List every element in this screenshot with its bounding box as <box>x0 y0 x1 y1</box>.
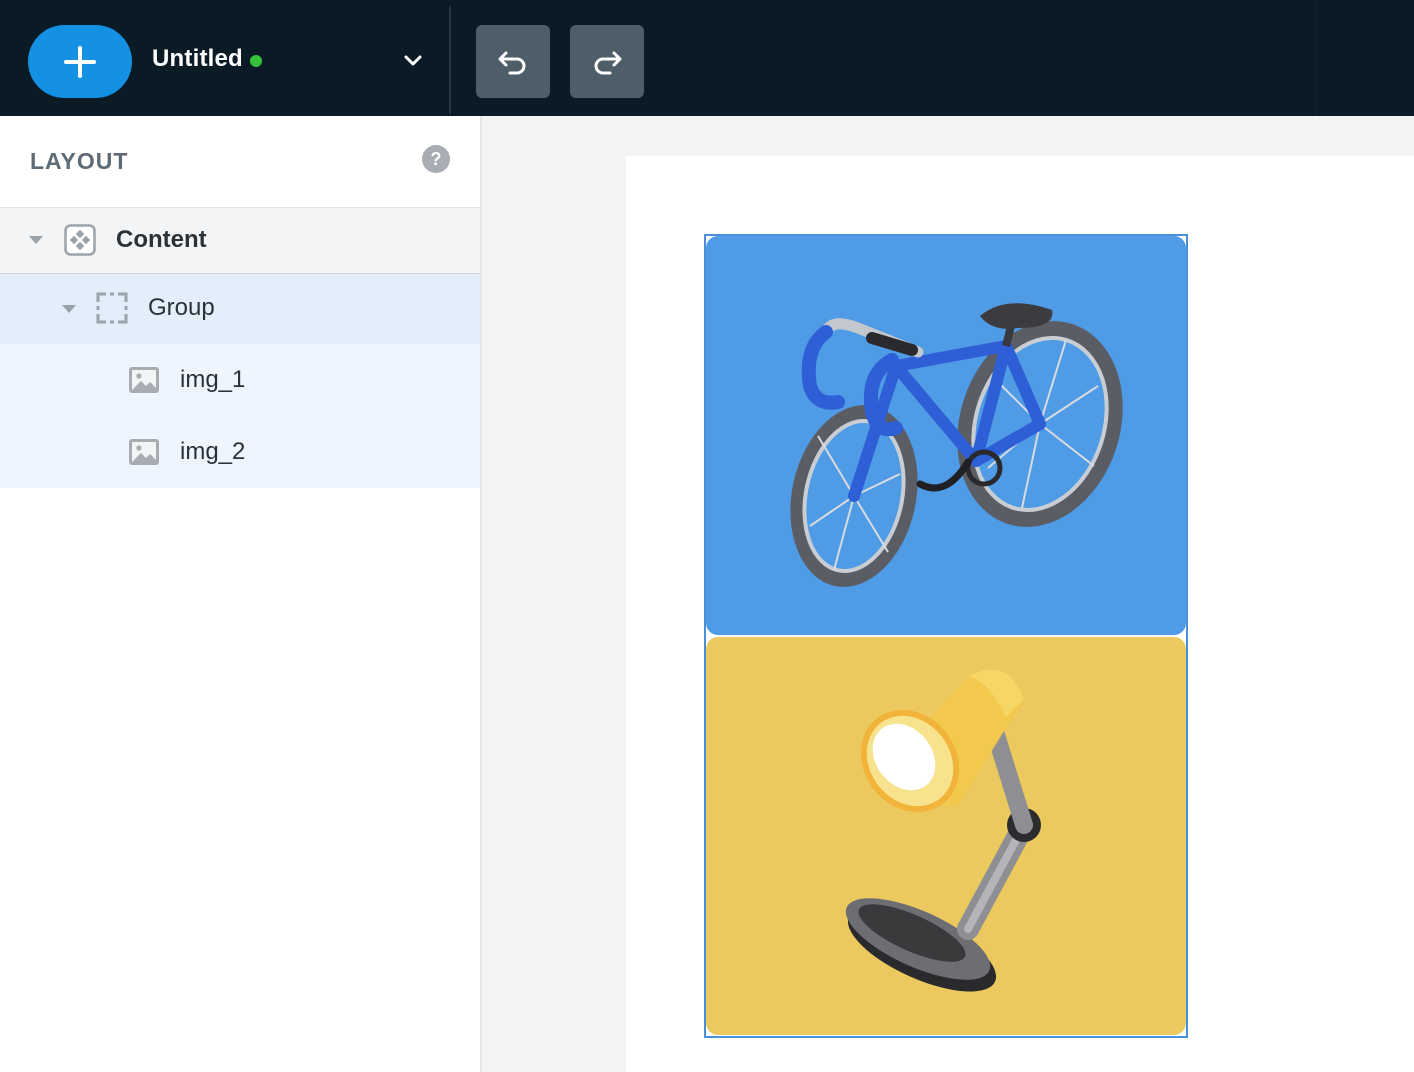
expand-caret-icon[interactable] <box>28 234 44 246</box>
help-icon[interactable]: ? <box>422 145 450 173</box>
redo-icon <box>594 51 622 74</box>
tree-item-label: Content <box>116 226 207 253</box>
redo-button[interactable] <box>570 25 644 98</box>
expand-caret-icon[interactable] <box>61 303 77 315</box>
tree-item-label: img_1 <box>180 366 246 393</box>
tree-item-label: img_2 <box>180 438 246 465</box>
tree-item-content[interactable]: Content <box>0 207 480 274</box>
saved-status-dot <box>250 55 262 67</box>
undo-button[interactable] <box>476 25 550 98</box>
group-frame-icon <box>96 292 128 324</box>
image-icon <box>129 439 159 465</box>
group-selection-frame[interactable] <box>704 234 1188 1038</box>
component-icon <box>64 224 96 256</box>
toolbar-right-divider <box>1315 0 1316 116</box>
undo-icon <box>498 51 526 74</box>
tree-item-img-2[interactable]: img_2 <box>0 416 480 488</box>
toolbar-divider <box>449 6 451 114</box>
panel-title: LAYOUT <box>30 148 129 174</box>
image-icon <box>129 367 159 393</box>
document-title[interactable]: Untitled <box>152 45 243 73</box>
panel-border <box>480 116 482 1072</box>
tree-item-group[interactable]: Group <box>0 274 480 344</box>
plus-icon <box>64 45 96 78</box>
document-menu-chevron-down-icon[interactable] <box>400 50 426 72</box>
tree-item-img-1[interactable]: img_1 <box>0 344 480 416</box>
tree-item-label: Group <box>148 294 215 321</box>
add-button[interactable] <box>28 25 132 98</box>
